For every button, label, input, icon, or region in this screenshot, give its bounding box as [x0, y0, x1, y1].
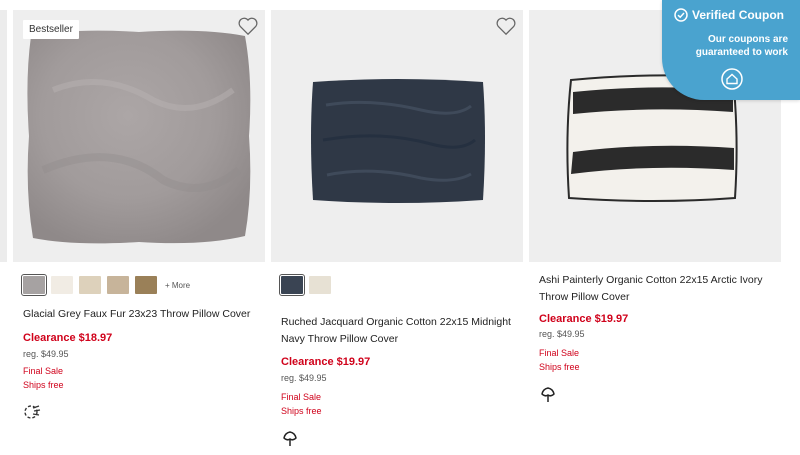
regular-price: reg. $49.95 — [539, 329, 585, 339]
swatch-grey[interactable] — [21, 274, 47, 296]
sustainability-icon — [24, 405, 41, 419]
product-name[interactable]: Glacial Grey Faux Fur 23x23 Throw Pillow… — [23, 306, 259, 323]
organic-cotton-icon — [541, 387, 555, 402]
previous-product-image-edge — [0, 10, 7, 262]
clearance-price: Clearance $19.97 — [539, 313, 629, 325]
final-sale-label: Final Sale — [281, 392, 322, 402]
ships-free-label: Ships free — [23, 380, 64, 390]
faux-fur-pillow-image — [27, 30, 251, 244]
coupon-title: Verified Coupon — [674, 8, 784, 22]
swatch-oatmeal[interactable] — [79, 276, 101, 294]
check-circle-icon — [674, 8, 688, 22]
verified-coupon-widget[interactable]: Verified Coupon Our coupons are guarante… — [662, 0, 800, 100]
navy-jacquard-pillow-image — [311, 79, 485, 203]
coupon-logo-icon — [721, 68, 743, 90]
product-name[interactable]: Ruched Jacquard Organic Cotton 22x15 Mid… — [281, 314, 517, 348]
more-swatches-link[interactable]: + More — [165, 281, 190, 290]
regular-price: reg. $49.95 — [281, 373, 327, 383]
clearance-price: Clearance $19.97 — [281, 356, 371, 368]
coupon-message-line2: guaranteed to work — [695, 47, 788, 58]
color-swatches: + More — [21, 274, 190, 296]
heart-icon[interactable] — [237, 16, 259, 36]
heart-icon[interactable] — [495, 16, 517, 36]
coupon-title-text: Verified Coupon — [692, 8, 785, 22]
clearance-price: Clearance $18.97 — [23, 332, 113, 344]
final-sale-label: Final Sale — [23, 366, 64, 376]
regular-price: reg. $49.95 — [23, 349, 69, 359]
bestseller-badge: Bestseller — [23, 20, 79, 39]
product-image[interactable]: Bestseller — [13, 10, 265, 262]
product-image[interactable] — [271, 10, 523, 262]
ships-free-label: Ships free — [281, 406, 322, 416]
swatch-tan[interactable] — [107, 276, 129, 294]
swatch-navy[interactable] — [279, 274, 305, 296]
organic-cotton-icon — [283, 431, 297, 446]
swatch-ivory[interactable] — [51, 276, 73, 294]
swatch-brown[interactable] — [135, 276, 157, 294]
product-name[interactable]: Ashi Painterly Organic Cotton 22x15 Arct… — [539, 272, 775, 306]
ships-free-label: Ships free — [539, 362, 580, 372]
swatch-ivory[interactable] — [309, 276, 331, 294]
coupon-message: Our coupons are guaranteed to work — [662, 33, 794, 59]
color-swatches — [279, 274, 331, 296]
coupon-message-line1: Our coupons are — [707, 34, 788, 45]
final-sale-label: Final Sale — [539, 348, 580, 358]
